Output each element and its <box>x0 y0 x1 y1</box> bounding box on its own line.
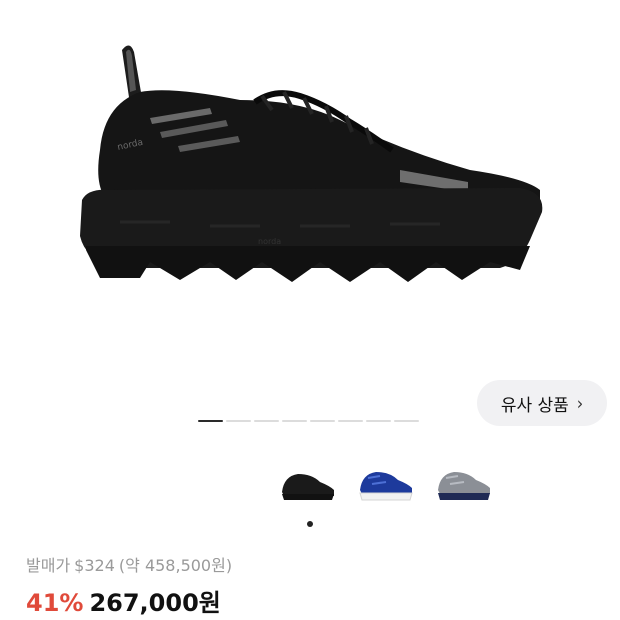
sale-price-row: 41% 267,000원 <box>26 583 221 618</box>
release-price: 발매가 $324 (약 458,500원) <box>26 552 236 576</box>
svg-text:norda: norda <box>258 237 281 246</box>
chevron-right-icon: › <box>576 392 584 414</box>
pager-segment[interactable] <box>366 420 391 422</box>
discount-rate: 41% <box>26 589 84 617</box>
similar-products-label: 유사 상품 <box>500 395 569 416</box>
release-price-usd: $324 <box>74 556 115 575</box>
pager-segment[interactable] <box>338 420 363 422</box>
thumbnail-grey-navy-colorway[interactable] <box>432 462 494 506</box>
release-price-label: 발매가 <box>26 556 71 575</box>
pager-segment[interactable] <box>394 420 419 422</box>
blue-shoe-thumbnail-icon <box>359 472 413 501</box>
black-trail-shoe-illustration: norda norda <box>80 45 543 282</box>
grey-navy-shoe-thumbnail-icon <box>438 472 490 500</box>
black-shoe-thumbnail-icon <box>282 474 334 500</box>
pager-segment[interactable] <box>310 420 335 422</box>
release-price-krw: (약 458,500원) <box>118 556 233 575</box>
pager-segment[interactable] <box>282 420 307 422</box>
selected-thumbnail-indicator <box>307 521 313 527</box>
thumbnail-black-colorway[interactable] <box>276 462 338 506</box>
sale-price: 267,000원 <box>89 589 221 617</box>
pager-segment[interactable] <box>226 420 251 422</box>
thumbnail-blue-colorway[interactable] <box>354 462 416 506</box>
similar-products-button[interactable]: 유사 상품 › <box>477 380 607 426</box>
image-pager <box>198 420 419 422</box>
pager-segment[interactable] <box>254 420 279 422</box>
product-image[interactable]: norda norda <box>0 0 620 360</box>
pager-segment-active[interactable] <box>198 420 223 422</box>
colorway-thumbnails <box>276 462 494 506</box>
